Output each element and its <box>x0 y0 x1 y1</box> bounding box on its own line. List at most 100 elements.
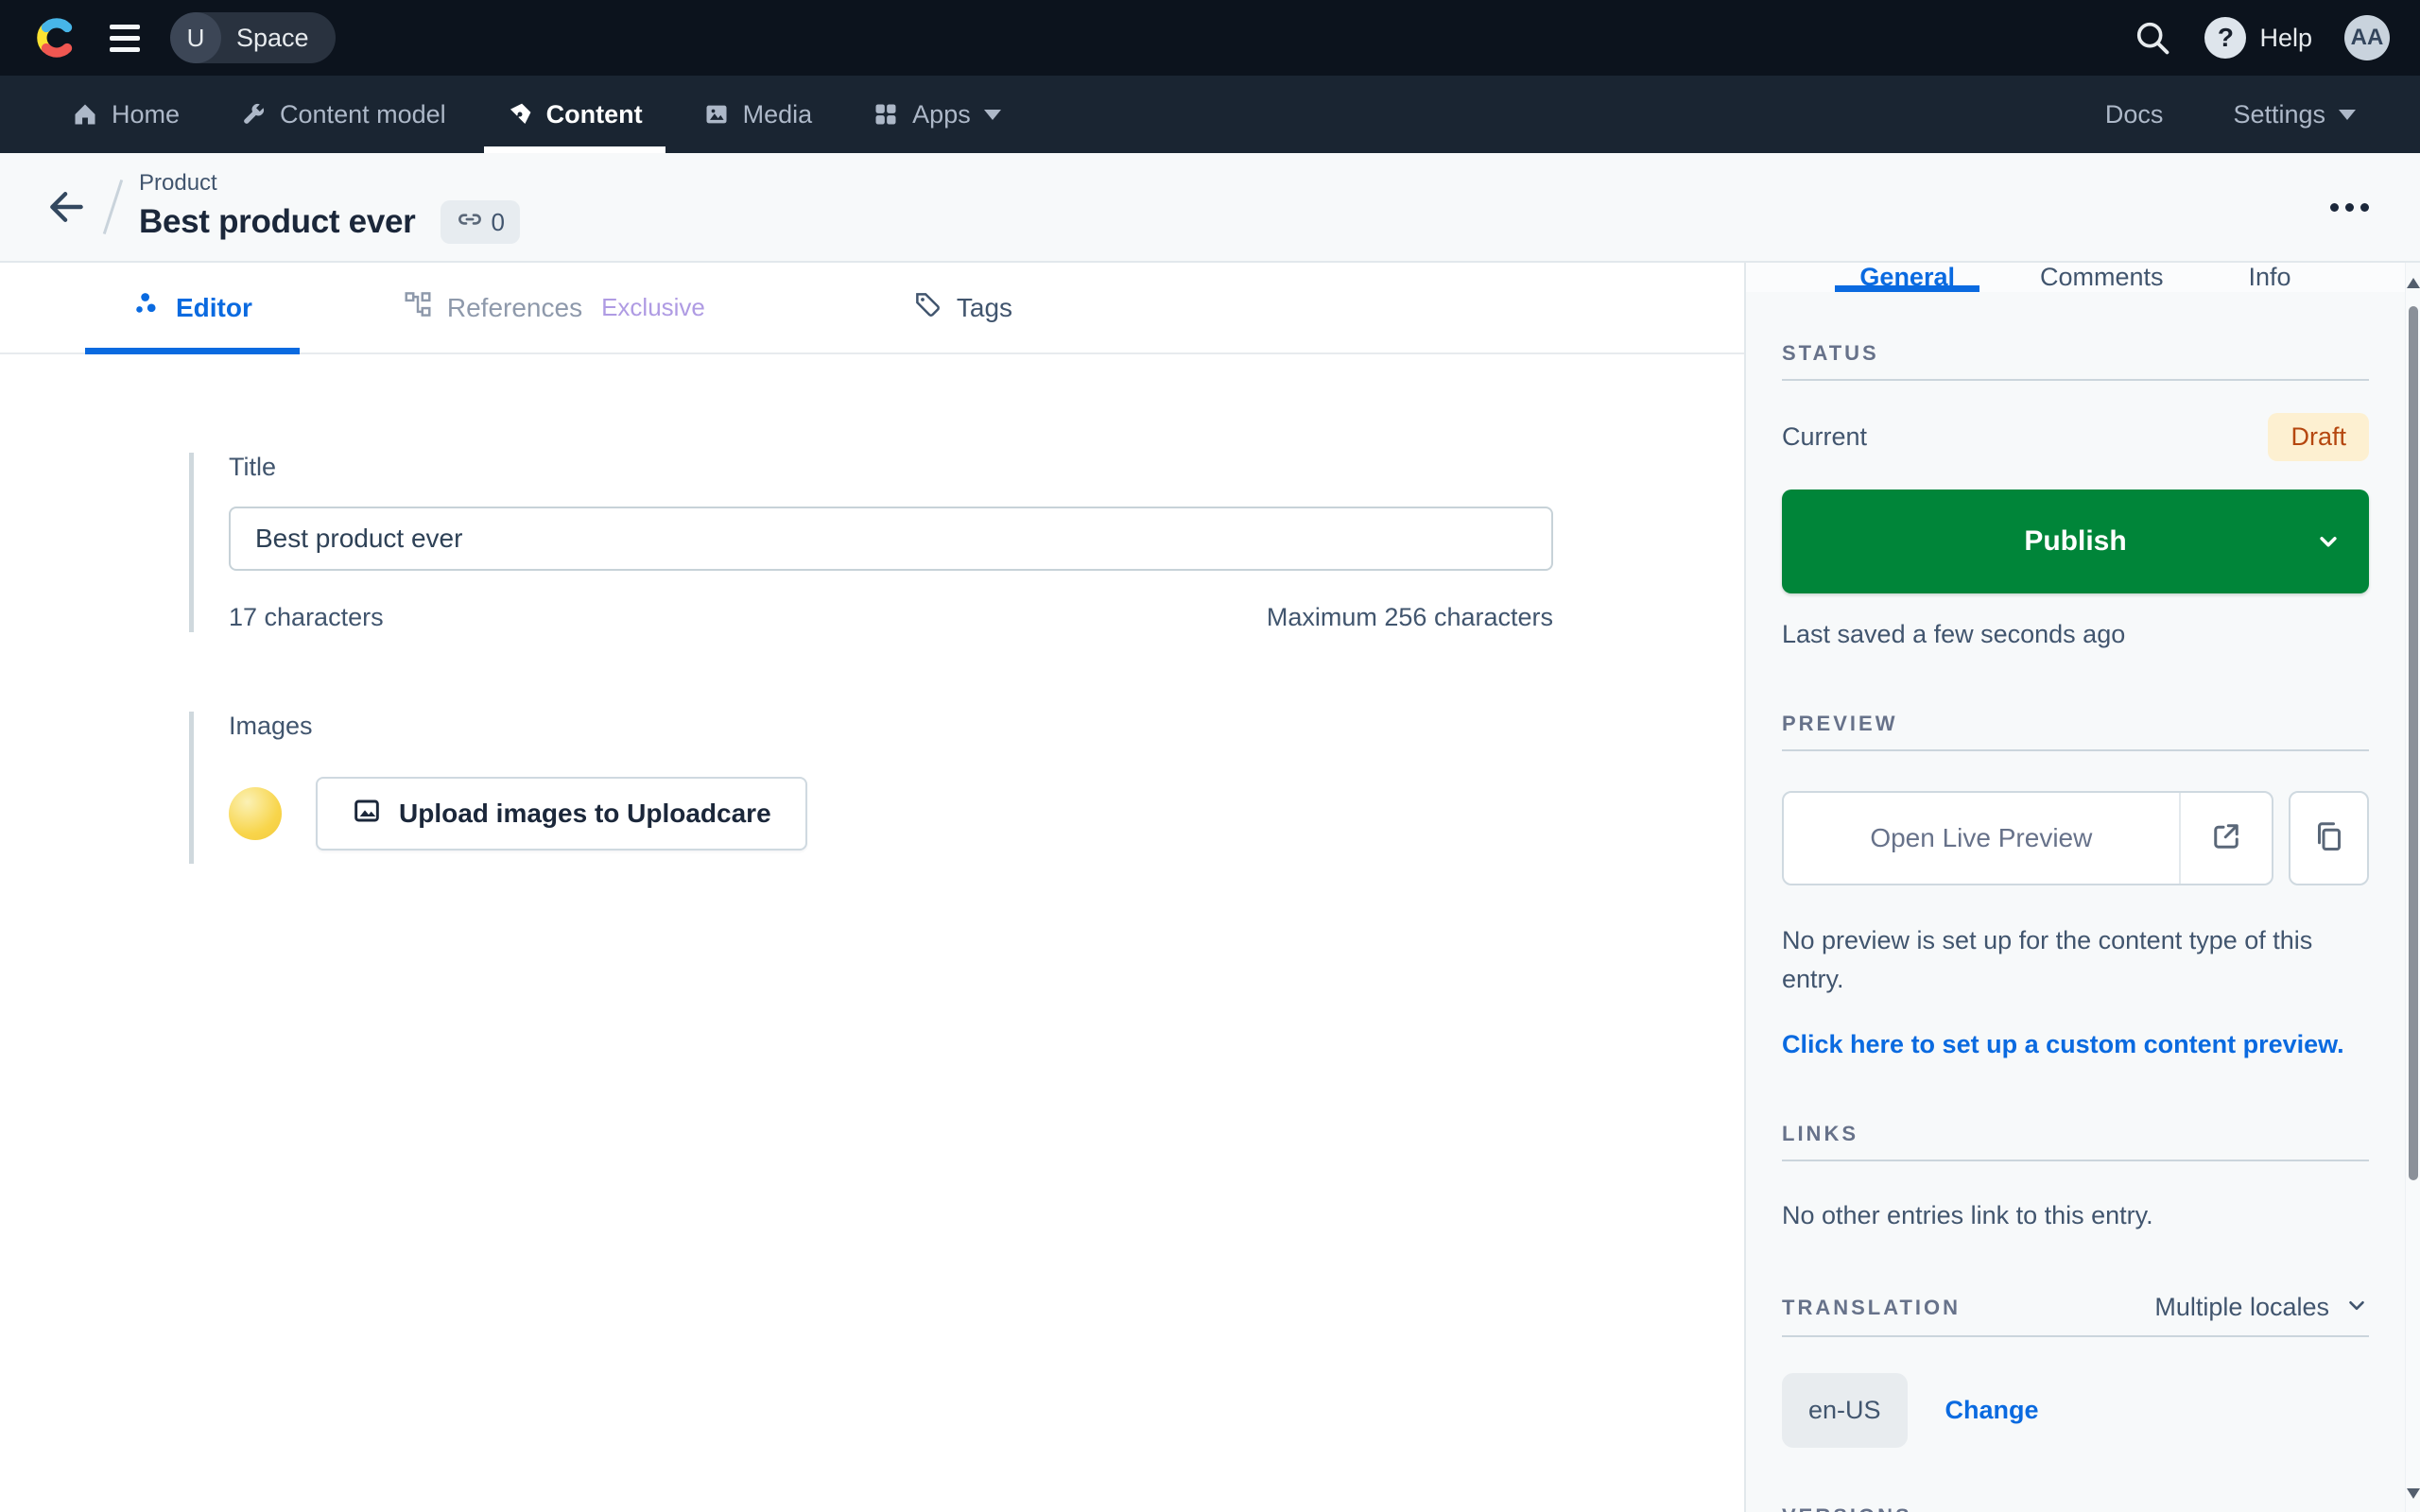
nav-item-apps[interactable]: Apps <box>846 76 1028 153</box>
scrollbar-thumb[interactable] <box>2409 306 2418 1180</box>
uploadcare-app-icon[interactable] <box>229 787 282 840</box>
nav-item-media[interactable]: Media <box>677 76 839 153</box>
locales-mode-select[interactable]: Multiple locales <box>2154 1293 2369 1322</box>
publish-button[interactable]: Publish <box>1782 490 2369 593</box>
top-bar-left: U Space <box>34 12 336 63</box>
tab-label: Info <box>2248 263 2291 291</box>
nav-item-settings[interactable]: Settings <box>2206 100 2382 129</box>
back-arrow-icon[interactable] <box>42 182 91 232</box>
contentful-app: U Space ? Help AA Home Content model Con… <box>0 0 2420 1512</box>
chevron-down-icon <box>2344 1293 2369 1322</box>
versions-heading: VERSIONS <box>1782 1504 2369 1512</box>
editor-tabs: Editor References Exclusive Tags <box>0 263 1744 354</box>
editor-panel: Editor References Exclusive Tags Title B… <box>0 263 1744 1512</box>
chevron-down-icon <box>983 109 1001 120</box>
nav-item-label: Apps <box>912 99 971 129</box>
nav-item-label: Home <box>112 99 181 129</box>
open-in-new-tab-button[interactable] <box>2178 793 2273 884</box>
images-field-label: Images <box>229 712 313 740</box>
tab-general[interactable]: General <box>1831 263 1983 292</box>
nav-item-home[interactable]: Home <box>45 76 206 153</box>
preview-heading: PREVIEW <box>1782 712 1898 735</box>
tab-tags[interactable]: Tags <box>866 263 1060 352</box>
last-saved-status: Last saved a few seconds ago <box>1782 620 2126 648</box>
main-nav-right: Docs Settings <box>2079 76 2382 153</box>
nav-item-content[interactable]: Content <box>480 76 669 153</box>
section-divider <box>1782 379 2369 381</box>
external-link-icon <box>2209 819 2243 858</box>
tab-info[interactable]: Info <box>2221 263 2320 292</box>
breadcrumb: Product Best product ever 0 <box>139 170 520 244</box>
top-bar-right: ? Help AA <box>2133 15 2390 60</box>
links-count-badge[interactable]: 0 <box>440 200 520 244</box>
references-tree-icon <box>404 290 432 325</box>
hamburger-menu-icon[interactable] <box>104 19 146 58</box>
title-field-helpers: 17 characters Maximum 256 characters <box>229 603 1553 632</box>
change-locale-link[interactable]: Change <box>1945 1396 2039 1425</box>
tab-references[interactable]: References Exclusive <box>356 263 752 352</box>
page-title: Best product ever <box>139 203 416 240</box>
tab-label: General <box>1859 263 1955 291</box>
workspace: Editor References Exclusive Tags Title B… <box>0 263 2420 1512</box>
open-live-preview-button[interactable]: Open Live Preview <box>1784 793 2179 884</box>
scroll-up-arrow[interactable] <box>2406 278 2420 288</box>
main-nav-items: Home Content model Content Media Apps <box>45 76 1028 153</box>
top-bar: U Space ? Help AA <box>0 0 2420 76</box>
more-actions-icon[interactable] <box>2317 190 2382 225</box>
space-avatar: U <box>170 12 221 63</box>
links-section: LINKS No other entries link to this entr… <box>1782 1122 2369 1230</box>
nav-item-label: Settings <box>2233 99 2325 129</box>
main-nav: Home Content model Content Media Apps Do… <box>0 76 2420 153</box>
content-type-label: Product <box>139 170 217 196</box>
space-name-label: Space <box>236 23 309 52</box>
tab-editor[interactable]: Editor <box>85 263 300 354</box>
tab-label: Editor <box>176 292 252 322</box>
copy-preview-url-button[interactable] <box>2289 791 2369 885</box>
help-button[interactable]: ? Help <box>2204 17 2312 59</box>
publish-chevron-down-icon[interactable] <box>2314 527 2342 556</box>
link-icon <box>456 205 484 240</box>
locales-mode-value: Multiple locales <box>2154 1293 2329 1321</box>
wrench-icon <box>240 101 267 128</box>
status-section: STATUS Current Draft Publish Last saved … <box>1782 341 2369 649</box>
field-title: Title 17 characters Maximum 256 characte… <box>189 453 1744 632</box>
user-avatar[interactable]: AA <box>2344 15 2390 60</box>
nav-item-label: Docs <box>2104 99 2164 129</box>
setup-preview-link[interactable]: Click here to set up a custom content pr… <box>1782 1030 2344 1059</box>
preview-section: PREVIEW Open Live Preview No preview is … <box>1782 712 2369 1059</box>
media-icon <box>703 101 730 128</box>
translation-heading: TRANSLATION <box>1782 1295 1962 1319</box>
sidebar-tabs: General Comments Info <box>1746 263 2405 292</box>
section-divider <box>1782 1160 2369 1161</box>
nav-item-label: Media <box>742 99 813 129</box>
apps-icon <box>873 101 899 128</box>
title-input[interactable] <box>229 507 1553 571</box>
nav-item-docs[interactable]: Docs <box>2079 100 2190 129</box>
nav-item-content-model[interactable]: Content model <box>214 76 473 153</box>
scroll-down-arrow[interactable] <box>2406 1488 2420 1499</box>
tab-comments[interactable]: Comments <box>2012 263 2192 292</box>
tab-label: References <box>446 292 583 322</box>
section-divider <box>1782 1335 2369 1337</box>
tab-label: Tags <box>956 292 1013 322</box>
field-images: Images Upload images to Uploadcare <box>189 712 1744 864</box>
status-heading: STATUS <box>1782 341 1879 365</box>
char-count: 17 characters <box>229 603 384 631</box>
versions-section: VERSIONS <box>1782 1504 2369 1512</box>
locale-chip: en-US <box>1782 1373 1908 1448</box>
publish-button-label: Publish <box>2024 525 2127 557</box>
copy-icon <box>2312 819 2346 858</box>
translation-section: TRANSLATION Multiple locales en-US Chang… <box>1782 1293 2369 1448</box>
vertical-scrollbar[interactable] <box>2405 263 2420 1512</box>
references-feature-tag: Exclusive <box>601 293 705 321</box>
editor-tab-icon <box>132 290 161 325</box>
contentful-logo-icon[interactable] <box>34 15 79 60</box>
pen-icon <box>507 101 533 128</box>
section-divider <box>1782 749 2369 751</box>
search-icon[interactable] <box>2133 18 2172 58</box>
sidebar-content: STATUS Current Draft Publish Last saved … <box>1746 292 2405 1512</box>
chevron-down-icon <box>2339 109 2356 120</box>
question-mark-icon: ? <box>2204 17 2247 59</box>
upload-images-button[interactable]: Upload images to Uploadcare <box>316 777 807 850</box>
space-switcher[interactable]: U Space <box>170 12 336 63</box>
